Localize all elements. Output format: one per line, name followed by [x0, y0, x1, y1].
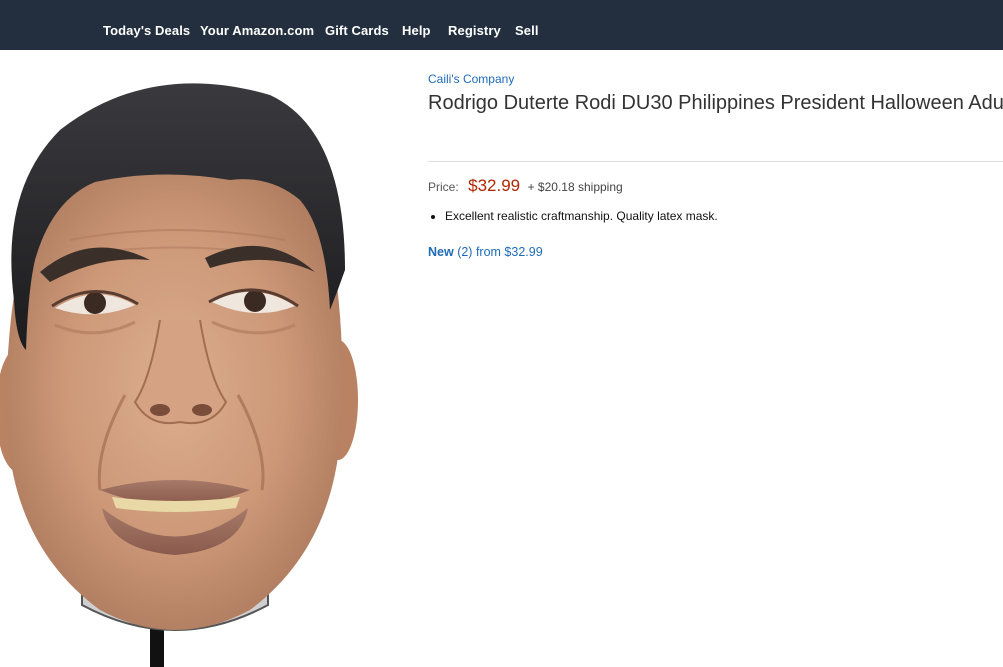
shipping-cost: + $20.18 shipping	[527, 180, 623, 194]
nav-help[interactable]: Help	[402, 23, 431, 38]
nav-sell[interactable]: Sell	[515, 23, 539, 38]
new-label: New	[428, 245, 454, 259]
product-image[interactable]	[0, 50, 410, 667]
brand-link[interactable]: Caili's Company	[428, 72, 514, 86]
divider	[428, 161, 1003, 162]
offer-from-price: from $32.99	[475, 245, 543, 259]
offer-count: (2)	[457, 245, 473, 259]
latex-mask-illustration	[0, 83, 358, 667]
new-offers-link[interactable]: New (2) from $32.99	[428, 245, 543, 259]
nav-todays-deals[interactable]: Today's Deals	[103, 23, 190, 38]
top-navigation-bar: Today's Deals Your Amazon.com Gift Cards…	[0, 0, 1003, 50]
price-value: $32.99	[468, 176, 521, 195]
nav-your-amazon[interactable]: Your Amazon.com	[200, 23, 314, 38]
product-title: Rodrigo Duterte Rodi DU30 Philippines Pr…	[428, 92, 1003, 114]
nav-gift-cards[interactable]: Gift Cards	[325, 23, 389, 38]
price-label: Price:	[428, 180, 459, 194]
product-details: Caili's Company Rodrigo Duterte Rodi DU3…	[428, 50, 1003, 667]
feature-bullet: Excellent realistic craftmanship. Qualit…	[445, 208, 718, 224]
price-row: Price: $32.99 + $20.18 shipping	[428, 176, 623, 196]
nav-registry[interactable]: Registry	[448, 23, 501, 38]
feature-bullets: Excellent realistic craftmanship. Qualit…	[428, 208, 718, 224]
